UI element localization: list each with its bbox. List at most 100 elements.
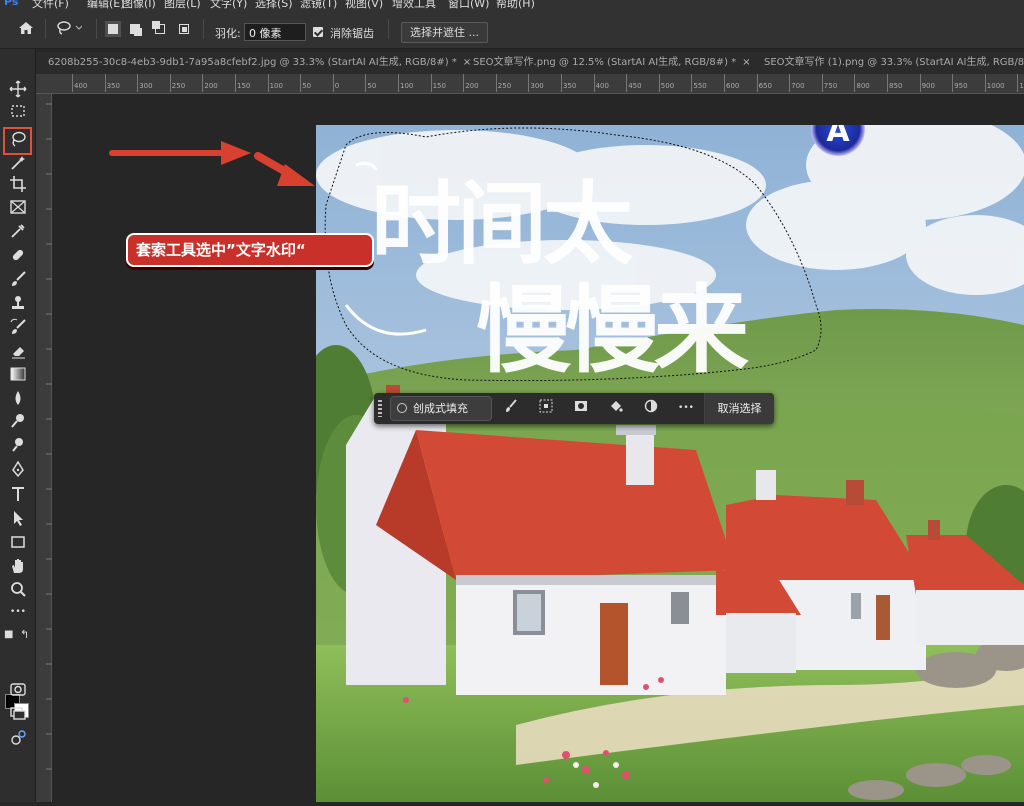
tab-label: 6208b255-30c8-4eb3-9db1-7a95a8cfebf2.jpg… — [48, 57, 457, 68]
home-icon[interactable] — [18, 20, 34, 40]
ruler-label: 650 — [756, 74, 772, 92]
select-and-mask-button[interactable]: 选择并遮住 ... — [401, 22, 488, 43]
ruler-label: 550 — [691, 74, 707, 92]
menu-edit[interactable]: 编辑(E) — [87, 0, 125, 9]
eraser-tool-icon[interactable] — [8, 341, 28, 361]
tab-document-2[interactable]: SEO文章写作.png @ 12.5% (StartAI AI生成, RGB/8… — [469, 52, 751, 74]
annotation-callout: 套索工具选中”文字水印“ — [126, 233, 374, 267]
ruler-label: 50 — [365, 74, 377, 92]
tab-document-1[interactable]: 6208b255-30c8-4eb3-9db1-7a95a8cfebf2.jpg… — [44, 52, 472, 74]
create-mask-icon[interactable] — [572, 399, 590, 417]
lasso-preset-icon[interactable] — [56, 20, 83, 40]
path-selection-tool-icon[interactable] — [8, 508, 28, 528]
document-tabs: 6208b255-30c8-4eb3-9db1-7a95a8cfebf2.jpg… — [36, 52, 1024, 74]
menu-image[interactable]: 图像(I) — [122, 0, 156, 9]
tools-panel: ••• ■ ↰ — [0, 49, 36, 802]
add-selection-button[interactable] — [130, 24, 142, 36]
ruler-label: 850 — [886, 74, 903, 92]
rectangle-tool-icon[interactable] — [8, 532, 28, 552]
ruler-label: 50 — [300, 74, 312, 92]
menu-type[interactable]: 文字(Y) — [210, 0, 247, 9]
tab-document-3[interactable]: SEO文章写作 (1).png @ 33.3% (StartAI AI生成, R… — [760, 52, 1024, 74]
drag-handle-icon[interactable] — [378, 400, 382, 417]
quick-mask-icon[interactable] — [8, 679, 28, 699]
ruler-label: 600 — [723, 74, 740, 92]
watermark-line-2: 慢慢来 — [476, 276, 749, 386]
menu-plugins[interactable]: 增效工具 — [392, 0, 436, 9]
vertical-ruler[interactable] — [36, 94, 52, 802]
menu-view[interactable]: 视图(V) — [345, 0, 383, 9]
ruler-label: 350 — [104, 74, 120, 92]
logo-letter: A — [826, 125, 850, 149]
ruler-label: 150 — [234, 74, 251, 92]
menu-layer[interactable]: 图层(L) — [164, 0, 201, 9]
move-tool-icon[interactable] — [8, 79, 28, 99]
generative-fill-icon — [397, 403, 407, 413]
history-brush-tool-icon[interactable] — [8, 317, 28, 337]
ruler-label: 400 — [71, 74, 88, 92]
ruler-label: 800 — [854, 74, 870, 92]
crop-tool-icon[interactable] — [8, 174, 28, 194]
ruler-label: 300 — [528, 74, 544, 92]
horizontal-ruler[interactable]: 400 350 300 250 200 150 100 50 0 50 100 150 200 250 30… — [36, 74, 1024, 94]
burn-tool-icon[interactable] — [8, 435, 28, 455]
frame-tool-icon[interactable] — [8, 197, 28, 217]
clone-stamp-tool-icon[interactable] — [8, 293, 28, 313]
type-tool-icon[interactable] — [8, 484, 28, 504]
annotation-arrows — [109, 141, 315, 186]
brush-mask-icon[interactable] — [502, 399, 520, 417]
pen-tool-icon[interactable] — [8, 459, 28, 479]
document-canvas[interactable]: A 时间太 慢慢来 — [316, 125, 1024, 802]
magic-wand-tool-icon[interactable] — [8, 153, 28, 173]
screen-mode-icon[interactable] — [8, 703, 28, 723]
ruler-label: 200 — [202, 74, 218, 92]
ruler-label: 200 — [463, 74, 479, 92]
hand-tool-icon[interactable] — [8, 556, 28, 576]
blur-tool-icon[interactable] — [8, 388, 28, 408]
gradient-tool-icon[interactable] — [8, 364, 28, 384]
eyedropper-tool-icon[interactable] — [8, 221, 28, 241]
separator — [388, 19, 389, 39]
share-icon[interactable] — [8, 728, 28, 748]
close-icon[interactable]: × — [742, 57, 750, 68]
feather-input[interactable]: 0 像素 — [244, 23, 306, 41]
healing-brush-tool-icon[interactable] — [8, 245, 28, 265]
ruler-label: 1050 — [1017, 74, 1024, 92]
transform-selection-icon[interactable] — [537, 399, 555, 417]
ruler-label: 350 — [560, 74, 577, 92]
dodge-tool-icon[interactable] — [8, 411, 28, 431]
ruler-label: 500 — [658, 74, 675, 92]
deselect-button[interactable]: 取消选择 — [704, 393, 774, 424]
separator — [45, 19, 46, 39]
ruler-label: 900 — [919, 74, 935, 92]
more-options-icon[interactable]: ••• — [677, 399, 695, 417]
separator — [203, 19, 204, 39]
brush-tool-icon[interactable] — [8, 269, 28, 289]
ruler-ticks — [46, 103, 52, 770]
ruler-label: 0 — [332, 74, 340, 92]
ruler-label: 950 — [952, 74, 968, 92]
more-tools-icon[interactable]: ••• — [8, 602, 28, 622]
separator — [96, 19, 97, 39]
ruler-label: 1000 — [984, 74, 1005, 92]
default-colors-icon[interactable]: ■ — [4, 629, 13, 640]
marquee-tool-icon[interactable] — [8, 101, 28, 121]
ruler-label: 150 — [430, 74, 446, 92]
menu-select[interactable]: 选择(S) — [255, 0, 293, 9]
menu-help[interactable]: 帮助(H) — [496, 0, 535, 9]
generative-fill-button[interactable]: 创成式填充 — [390, 396, 492, 421]
watermark-line-1: 时间太 — [371, 172, 633, 277]
menu-filter[interactable]: 滤镜(T) — [300, 0, 337, 9]
watercolor-cottage-image: A 时间太 慢慢来 — [316, 125, 1024, 802]
menu-file[interactable]: 文件(F) — [32, 0, 69, 9]
subtract-selection-button[interactable] — [152, 21, 165, 34]
antialias-checkbox[interactable] — [313, 27, 323, 37]
new-selection-button[interactable] — [108, 24, 118, 34]
swap-colors-icon[interactable]: ↰ — [20, 628, 29, 641]
fill-selection-icon[interactable] — [607, 399, 625, 417]
zoom-tool-icon[interactable] — [8, 579, 28, 599]
adjustment-layer-icon[interactable] — [642, 399, 660, 417]
tab-label: SEO文章写作.png @ 12.5% (StartAI AI生成, RGB/8… — [473, 57, 737, 68]
menu-window[interactable]: 窗口(W) — [448, 0, 489, 9]
intersect-selection-button[interactable] — [179, 24, 189, 34]
